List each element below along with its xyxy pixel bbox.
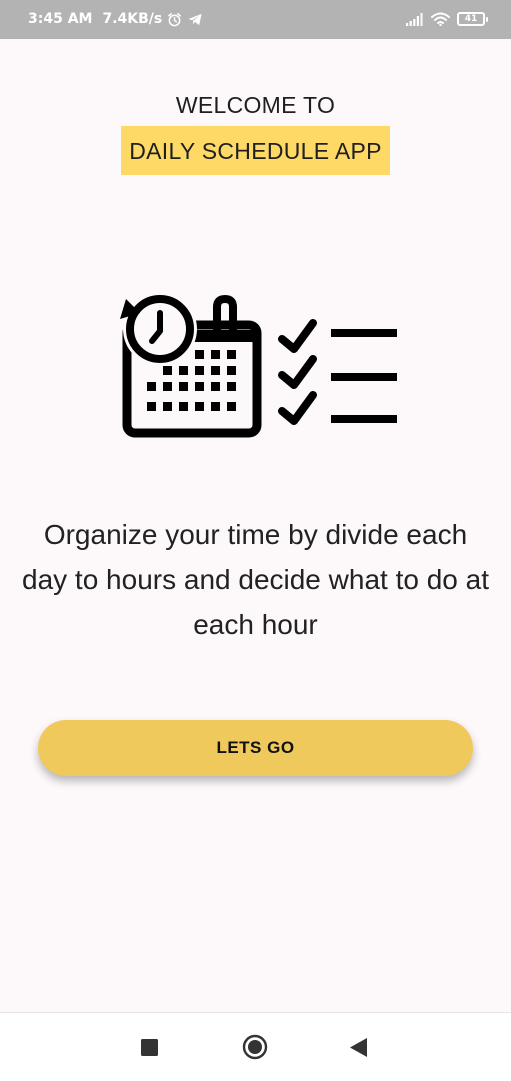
app-name-wrap: DAILY SCHEDULE APP	[0, 126, 511, 175]
lets-go-button-label: LETS GO	[216, 738, 295, 757]
status-left: 3:45 AM 7.4KB/s	[28, 11, 203, 27]
app-name-banner: DAILY SCHEDULE APP	[121, 126, 390, 175]
alarm-icon	[168, 12, 182, 26]
description-text: Organize your time by divide each day to…	[22, 519, 489, 640]
home-circle-icon[interactable]	[242, 1034, 268, 1060]
schedule-calendar-checklist-icon	[120, 292, 397, 438]
battery-level: 41	[464, 14, 478, 24]
welcome-text: WELCOME TO	[175, 92, 336, 118]
back-triangle-icon[interactable]	[350, 1038, 368, 1057]
status-time: 3:45 AM	[28, 11, 93, 27]
lets-go-button[interactable]: LETS GO	[38, 720, 473, 776]
navigation-bar	[0, 1012, 511, 1081]
telegram-icon	[188, 13, 202, 25]
signal-icon	[406, 12, 423, 26]
battery-icon: 41	[457, 12, 488, 26]
status-right: 41	[399, 12, 488, 26]
status-network-speed: 7.4KB/s	[102, 11, 163, 27]
status-bar: 3:45 AM 7.4KB/s 41	[0, 0, 511, 39]
recents-square-icon[interactable]	[141, 1039, 158, 1056]
wifi-icon	[431, 12, 450, 26]
